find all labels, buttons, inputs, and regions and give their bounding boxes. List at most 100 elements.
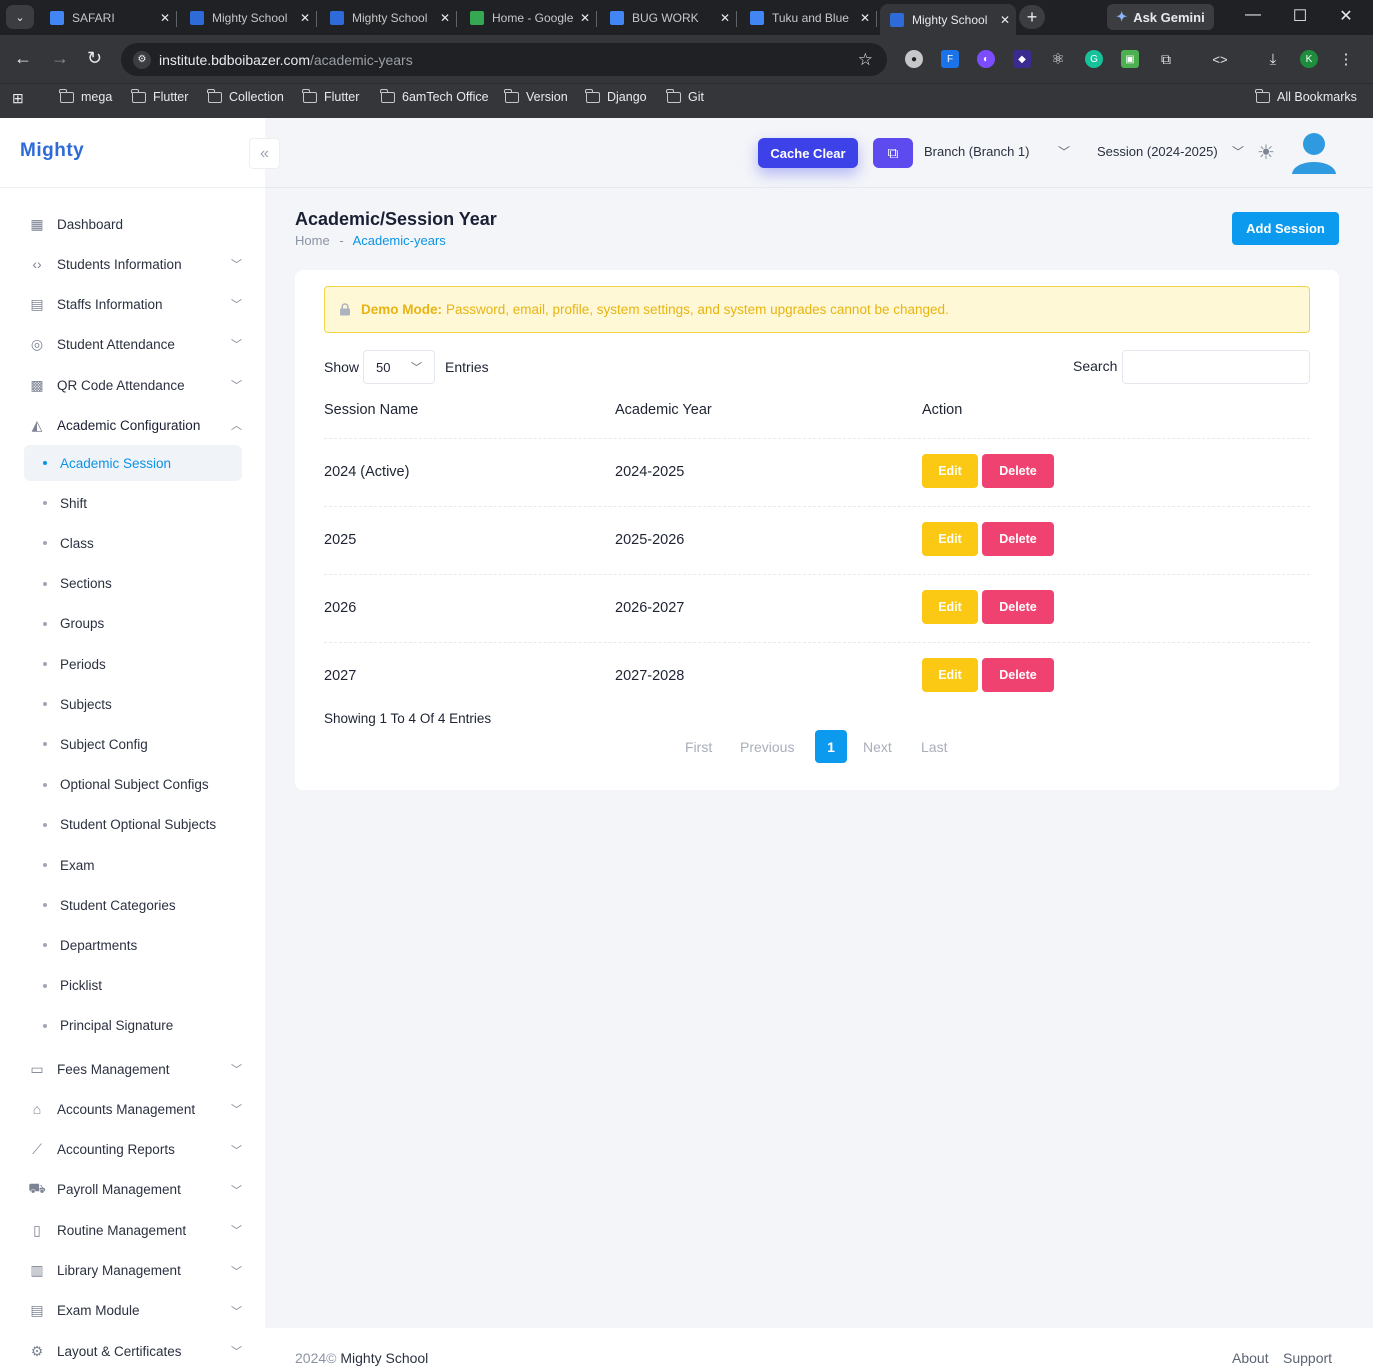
puzzle-icon[interactable]: ⧉	[1157, 50, 1175, 68]
forward-icon[interactable]: →	[51, 48, 69, 69]
tab-search-button[interactable]: ⌄	[6, 5, 34, 29]
close-window-icon[interactable]: ✕	[1331, 6, 1361, 26]
ask-gemini-button[interactable]: ✦ Ask Gemini	[1107, 4, 1214, 30]
sidebar-subitem-student-categories[interactable]: Student Categories	[24, 887, 242, 923]
sidebar-item-routine-management[interactable]: ▯ Routine Management ﹀	[24, 1213, 244, 1247]
pagination-previous[interactable]: Previous	[740, 730, 794, 763]
sidebar-subitem-subject-config[interactable]: Subject Config	[24, 726, 242, 762]
footer-link-support[interactable]: Support	[1283, 1350, 1332, 1366]
browser-tab[interactable]: SAFARI ✕	[40, 4, 177, 32]
sidebar-item-layout-certificates[interactable]: ⚙ Layout & Certificates ﹀	[24, 1334, 244, 1368]
edit-button[interactable]: Edit	[922, 590, 978, 624]
browser-tab[interactable]: Mighty School ✕	[320, 4, 457, 32]
reload-icon[interactable]: ↻	[87, 48, 102, 69]
extension-icon[interactable]: ◐	[977, 50, 995, 68]
sidebar-item-accounts-management[interactable]: ⌂ Accounts Management ﹀	[24, 1092, 244, 1126]
bookmark-item[interactable]: Collection	[207, 88, 284, 104]
bookmark-item[interactable]: Version	[504, 88, 568, 104]
browser-tab[interactable]: Home - Google Drive ✕	[460, 4, 597, 32]
bookmark-item[interactable]: Flutter	[302, 88, 359, 104]
sidebar-subitem-academic-session[interactable]: Academic Session	[24, 445, 242, 481]
sidebar-item-staffs-information[interactable]: ▤ Staffs Information ﹀	[24, 287, 244, 321]
tab-close-icon[interactable]: ✕	[440, 11, 450, 25]
tab-close-icon[interactable]: ✕	[580, 11, 590, 25]
extension-icon[interactable]: F	[941, 50, 959, 68]
bookmark-item[interactable]: Flutter	[131, 88, 188, 104]
sidebar-item-accounting-reports[interactable]: ⟋ Accounting Reports ﹀	[24, 1133, 244, 1167]
sidebar-subitem-principal-signature[interactable]: Principal Signature	[24, 1008, 242, 1044]
sidebar-subitem-periods[interactable]: Periods	[24, 646, 242, 682]
tab-close-icon[interactable]: ✕	[860, 11, 870, 25]
minimize-icon[interactable]: —	[1238, 6, 1268, 24]
per-page-select[interactable]: 50 ﹀	[363, 350, 436, 384]
sidebar-subitem-sections[interactable]: Sections	[24, 566, 242, 602]
pagination-next[interactable]: Next	[863, 730, 892, 763]
sidebar-item-qr-code-attendance[interactable]: ▩ QR Code Attendance ﹀	[24, 368, 244, 402]
grammarly-icon[interactable]: G	[1085, 50, 1103, 68]
sidebar-subitem-groups[interactable]: Groups	[24, 606, 242, 642]
menu-dots-icon[interactable]: ⋮	[1337, 50, 1355, 68]
edit-button[interactable]: Edit	[922, 658, 978, 692]
sidebar-subitem-optional-subject-configs[interactable]: Optional Subject Configs	[24, 767, 242, 803]
apps-grid-icon[interactable]: ⊞	[12, 90, 24, 107]
sidebar-item-exam-module[interactable]: ▤ Exam Module ﹀	[24, 1294, 244, 1328]
sidebar-item-student-attendance[interactable]: ◎ Student Attendance ﹀	[24, 327, 244, 361]
bookmark-item[interactable]: Git	[666, 88, 704, 104]
download-icon[interactable]: ⤓	[1264, 50, 1282, 68]
tab-close-icon[interactable]: ✕	[160, 11, 170, 25]
branch-select[interactable]: Branch (Branch 1)	[924, 144, 1030, 159]
tab-close-icon[interactable]: ✕	[300, 11, 310, 25]
pagination-page-1[interactable]: 1	[815, 730, 847, 763]
add-session-button[interactable]: Add Session	[1232, 212, 1339, 245]
theme-toggle-icon[interactable]: ☀	[1257, 140, 1275, 165]
sidebar-subitem-shift[interactable]: Shift	[24, 485, 242, 521]
extension-icon[interactable]: ▣	[1121, 50, 1139, 68]
address-bar[interactable]: ⚙ institute.bdboibazer.com/academic-year…	[121, 43, 887, 76]
sidebar-subitem-departments[interactable]: Departments	[24, 927, 242, 963]
browser-tab[interactable]: BUG WORK ✕	[600, 4, 737, 32]
delete-button[interactable]: Delete	[982, 658, 1054, 692]
bookmark-item[interactable]: Django	[585, 88, 647, 104]
extension-icon[interactable]: ●	[905, 50, 923, 68]
sidebar-subitem-student-optional-subjects[interactable]: Student Optional Subjects	[24, 807, 242, 843]
footer-link-about[interactable]: About	[1232, 1350, 1269, 1366]
sidebar-item-academic-configuration[interactable]: ◭ Academic Configuration ︿	[24, 408, 244, 442]
browser-tab[interactable]: Mighty School ✕	[880, 4, 1016, 35]
breadcrumb-home[interactable]: Home	[295, 233, 330, 248]
chevron-down-icon[interactable]: ﹀	[1232, 143, 1244, 160]
search-input[interactable]	[1122, 350, 1310, 384]
external-link-icon[interactable]: ⧉	[873, 138, 913, 168]
sidebar-item-students-information[interactable]: ‹› Students Information ﹀	[24, 247, 244, 281]
sidebar-subitem-exam[interactable]: Exam	[24, 847, 242, 883]
react-icon[interactable]: ⚛	[1049, 50, 1067, 68]
user-avatar[interactable]	[1291, 132, 1337, 174]
sidebar-subitem-class[interactable]: Class	[24, 525, 242, 561]
delete-button[interactable]: Delete	[982, 590, 1054, 624]
sidebar-item-library-management[interactable]: ▥ Library Management ﹀	[24, 1254, 244, 1288]
tab-close-icon[interactable]: ✕	[720, 11, 730, 25]
collapse-sidebar-icon[interactable]: «	[249, 138, 280, 169]
pagination-last[interactable]: Last	[921, 730, 947, 763]
app-logo[interactable]: Mighty	[20, 140, 84, 162]
maximize-icon[interactable]: ☐	[1285, 6, 1315, 26]
sidebar-subitem-subjects[interactable]: Subjects	[24, 686, 242, 722]
browser-tab[interactable]: Mighty School ✕	[180, 4, 317, 32]
browser-tab[interactable]: Tuku and Blue ✕	[740, 4, 877, 32]
back-icon[interactable]: ←	[14, 48, 32, 69]
chevron-down-icon[interactable]: ﹀	[1058, 143, 1070, 160]
extension-icon[interactable]: ◆	[1013, 50, 1031, 68]
sidebar-item-fees-management[interactable]: ▭ Fees Management ﹀	[24, 1052, 244, 1086]
bookmark-star-icon[interactable]: ☆	[858, 50, 873, 70]
edit-button[interactable]: Edit	[922, 454, 978, 488]
pagination-first[interactable]: First	[685, 730, 712, 763]
cache-clear-button[interactable]: Cache Clear	[758, 138, 858, 168]
sidebar-subitem-picklist[interactable]: Picklist	[24, 968, 242, 1004]
profile-avatar[interactable]: K	[1300, 50, 1318, 68]
delete-button[interactable]: Delete	[982, 454, 1054, 488]
edit-button[interactable]: Edit	[922, 522, 978, 556]
site-info-icon[interactable]: ⚙	[133, 50, 151, 69]
sidebar-item-payroll-management[interactable]: ⛟ Payroll Management ﹀	[24, 1173, 244, 1207]
bookmark-item[interactable]: 6amTech Office	[380, 88, 489, 104]
session-select[interactable]: Session (2024-2025)	[1097, 144, 1218, 159]
new-tab-button[interactable]: +	[1019, 5, 1045, 29]
